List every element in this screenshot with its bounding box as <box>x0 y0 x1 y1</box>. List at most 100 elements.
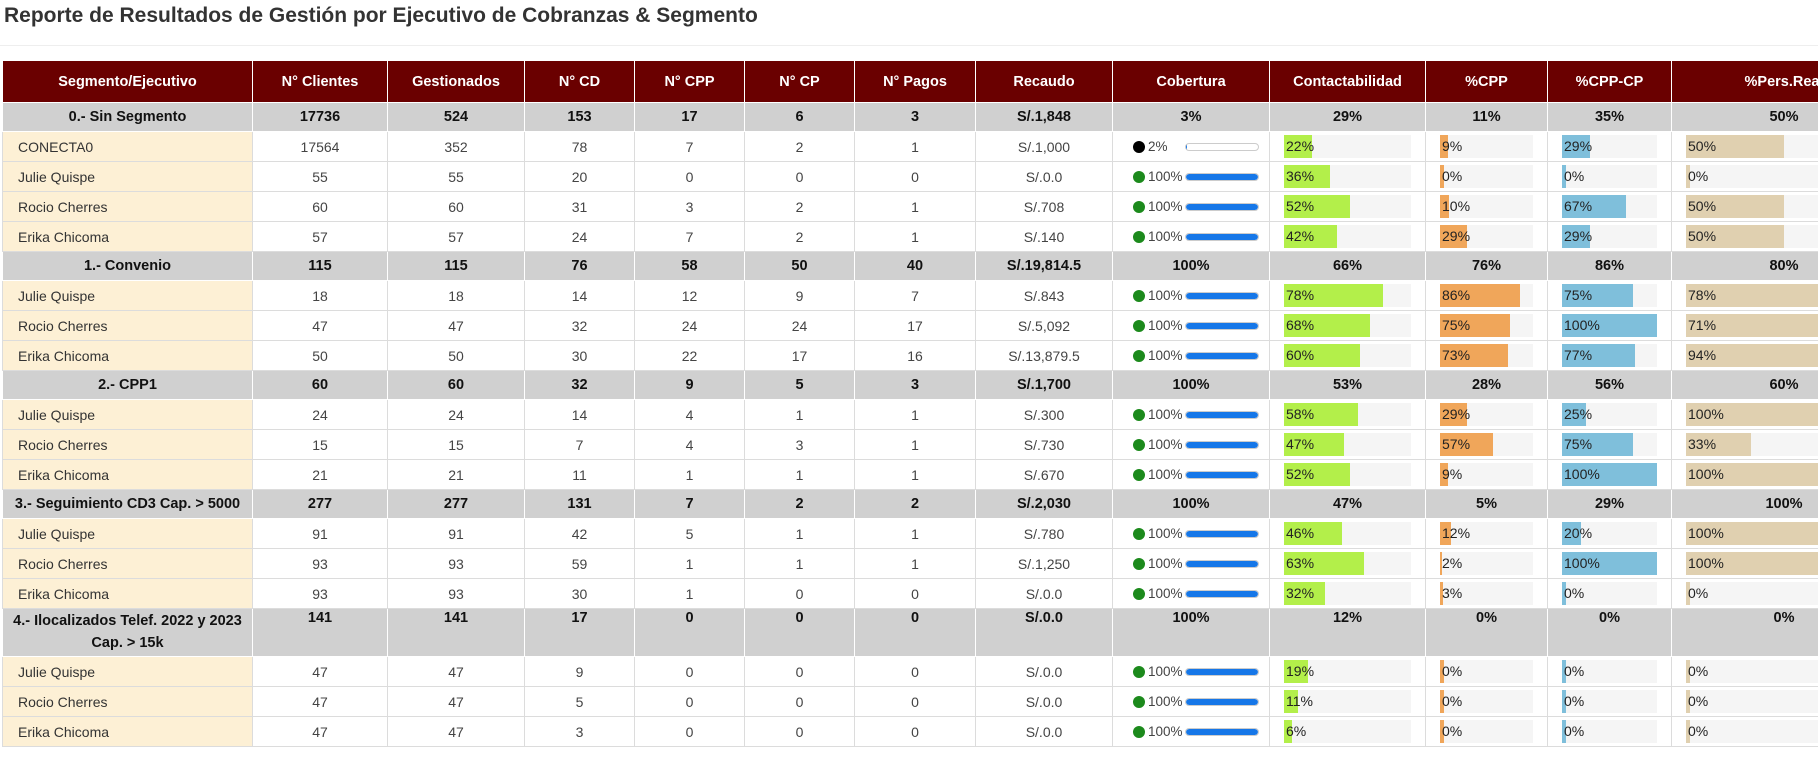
cobertura-cell: 100% <box>1112 399 1270 430</box>
cobertura-progress-track <box>1185 351 1259 360</box>
cpp-cell: 3 <box>634 191 745 222</box>
pct-cpp-value: 0% <box>1442 663 1463 679</box>
table-row[interactable]: Rocio Cherres 47 47 5 0 0 0 S/.0.0 100% 11% 0% 0% 0% <box>2 686 1818 717</box>
pct-cpp-value: 29% <box>1442 228 1471 244</box>
cpp-cell: 0 <box>634 608 745 657</box>
cd-cell: 7 <box>524 429 635 460</box>
pct-cpp-cp-value: 0% <box>1564 693 1585 709</box>
contactabilidad-cell: 46% <box>1269 518 1426 549</box>
percent-bar: 100% <box>1562 552 1657 575</box>
table-row[interactable]: Erika Chicoma 50 50 30 22 17 16 S/.13,879.5 100%… <box>2 340 1818 371</box>
table-row[interactable]: Rocio Cherres 15 15 7 4 3 1 S/.730 100% 47% 57% 75%… <box>2 429 1818 460</box>
pct-pers-real-cell: 33% <box>1671 429 1818 460</box>
percent-bar: 32% <box>1284 582 1411 605</box>
clientes-cell: 93 <box>252 548 388 579</box>
table-row[interactable]: Rocio Cherres 60 60 31 3 2 1 S/.708 100% 52% 10% 67… <box>2 191 1818 222</box>
pct-cpp-value: 9% <box>1442 138 1463 154</box>
cobertura-indicator: 100% <box>1114 580 1269 608</box>
percent-bar: 29% <box>1562 225 1657 248</box>
contactabilidad-value: 78% <box>1286 287 1315 303</box>
contactabilidad-cell: 63% <box>1269 548 1426 579</box>
col-header-pct-cpp[interactable]: %CPP <box>1425 60 1548 103</box>
cd-cell: 131 <box>524 489 635 519</box>
col-header-pct-pers-real[interactable]: %Pers.Real <box>1671 60 1818 103</box>
table-row[interactable]: Rocio Cherres 47 47 32 24 24 17 S/.5,092 100% 68%… <box>2 310 1818 341</box>
gestionados-cell: 524 <box>387 102 525 132</box>
pagos-cell: 16 <box>854 340 976 371</box>
percent-bar: 63% <box>1284 552 1411 575</box>
cobertura-progress-fill <box>1186 411 1258 418</box>
pagos-cell: 1 <box>854 221 976 252</box>
cp-cell: 1 <box>744 399 855 430</box>
col-header-pct-cpp-cp[interactable]: %CPP-CP <box>1547 60 1672 103</box>
table-row[interactable]: Julie Quispe 18 18 14 12 9 7 S/.843 100% 78% 86% 75… <box>2 280 1818 311</box>
cpp-cell: 7 <box>634 221 745 252</box>
percent-bar: 100% <box>1686 463 1818 486</box>
gestionados-cell: 18 <box>387 280 525 311</box>
col-header-cp[interactable]: N° CP <box>744 60 855 103</box>
status-dot-icon <box>1133 725 1145 738</box>
cp-cell: 0 <box>744 686 855 717</box>
cobertura-progress-track <box>1185 321 1259 330</box>
cpp-cell: 9 <box>634 370 745 400</box>
col-header-cobertura[interactable]: Cobertura <box>1112 60 1270 103</box>
cobertura-progress-track <box>1185 559 1259 568</box>
cobertura-cell: 100% <box>1112 221 1270 252</box>
table-row[interactable]: Rocio Cherres 93 93 59 1 1 1 S/.1,250 100% 63% 2% 1… <box>2 548 1818 579</box>
gestionados-cell: 24 <box>387 399 525 430</box>
pct-cpp-cp-value: 25% <box>1564 406 1593 422</box>
percent-bar: 0% <box>1440 690 1533 713</box>
col-header-recaudo[interactable]: Recaudo <box>975 60 1113 103</box>
table-row[interactable]: Julie Quispe 47 47 9 0 0 0 S/.0.0 100% 19% 0% 0% 0% <box>2 656 1818 687</box>
recaudo-cell: S/.0.0 <box>975 656 1113 687</box>
col-header-cpp[interactable]: N° CPP <box>634 60 745 103</box>
pct-cpp-cp-cell: 29% <box>1547 489 1672 519</box>
col-header-cd[interactable]: N° CD <box>524 60 635 103</box>
pct-pers-real-cell: 80% <box>1671 251 1818 281</box>
pct-cpp-value: 0% <box>1442 168 1463 184</box>
cp-cell: 0 <box>744 608 855 657</box>
segment-name-cell: 2.- CPP1 <box>2 370 253 400</box>
contactabilidad-cell: 52% <box>1269 191 1426 222</box>
cobertura-indicator: 100% <box>1114 193 1269 221</box>
percent-bar: 77% <box>1562 344 1657 367</box>
contactabilidad-cell: 6% <box>1269 716 1426 747</box>
table-row[interactable]: Erika Chicoma 47 47 3 0 0 0 S/.0.0 100% 6% 0% 0% 0% <box>2 716 1818 747</box>
gestionados-cell: 47 <box>387 656 525 687</box>
pct-pers-real-value: 0% <box>1688 585 1709 601</box>
table-row[interactable]: Erika Chicoma 57 57 24 7 2 1 S/.140 100% 42% 29% 29… <box>2 221 1818 252</box>
col-header-contactabilidad[interactable]: Contactabilidad <box>1269 60 1426 103</box>
cobertura-progress-fill <box>1186 590 1258 597</box>
cobertura-value: 100% <box>1148 199 1183 214</box>
col-header-segmento[interactable]: Segmento/Ejecutivo <box>2 60 253 103</box>
status-dot-icon <box>1133 349 1145 362</box>
cp-cell: 2 <box>744 131 855 162</box>
table-row[interactable]: Julie Quispe 24 24 14 4 1 1 S/.300 100% 58% 29% 25%… <box>2 399 1818 430</box>
segment-name-cell: 4.- Ilocalizados Telef. 2022 y 2023 Cap.… <box>2 608 253 657</box>
pct-cpp-cp-cell: 29% <box>1547 131 1672 162</box>
col-header-pagos[interactable]: N° Pagos <box>854 60 976 103</box>
percent-bar: 10% <box>1440 195 1533 218</box>
pct-cpp-value: 86% <box>1442 287 1471 303</box>
status-dot-icon <box>1133 200 1145 213</box>
table-row[interactable]: Erika Chicoma 93 93 30 1 0 0 S/.0.0 100% 32% 3% 0% 0… <box>2 578 1818 609</box>
table-row[interactable]: CONECTA0 17564 352 78 7 2 1 S/.1,000 2% 22% 9% 29% 5… <box>2 131 1818 162</box>
pct-pers-real-value: 100% <box>1688 466 1724 482</box>
table-row[interactable]: Julie Quispe 91 91 42 5 1 1 S/.780 100% 46% 12% 20%… <box>2 518 1818 549</box>
gestionados-cell: 91 <box>387 518 525 549</box>
cd-cell: 76 <box>524 251 635 281</box>
cp-cell: 9 <box>744 280 855 311</box>
col-header-clientes[interactable]: N° Clientes <box>252 60 388 103</box>
gestionados-cell: 93 <box>387 548 525 579</box>
col-header-gestionados[interactable]: Gestionados <box>387 60 525 103</box>
contactabilidad-cell: 47% <box>1269 429 1426 460</box>
pct-cpp-cp-cell: 20% <box>1547 518 1672 549</box>
gestionados-cell: 50 <box>387 340 525 371</box>
pagos-cell: 3 <box>854 370 976 400</box>
table-row[interactable]: Erika Chicoma 21 21 11 1 1 1 S/.670 100% 52% 9% 100… <box>2 459 1818 490</box>
pct-cpp-cell: 9% <box>1425 459 1548 490</box>
table-row[interactable]: Julie Quispe 55 55 20 0 0 0 S/.0.0 100% 36% 0% 0% 0% <box>2 161 1818 192</box>
recaudo-cell: S/.19,814.5 <box>975 251 1113 281</box>
cobertura-cell: 100% <box>1112 686 1270 717</box>
cd-cell: 24 <box>524 221 635 252</box>
